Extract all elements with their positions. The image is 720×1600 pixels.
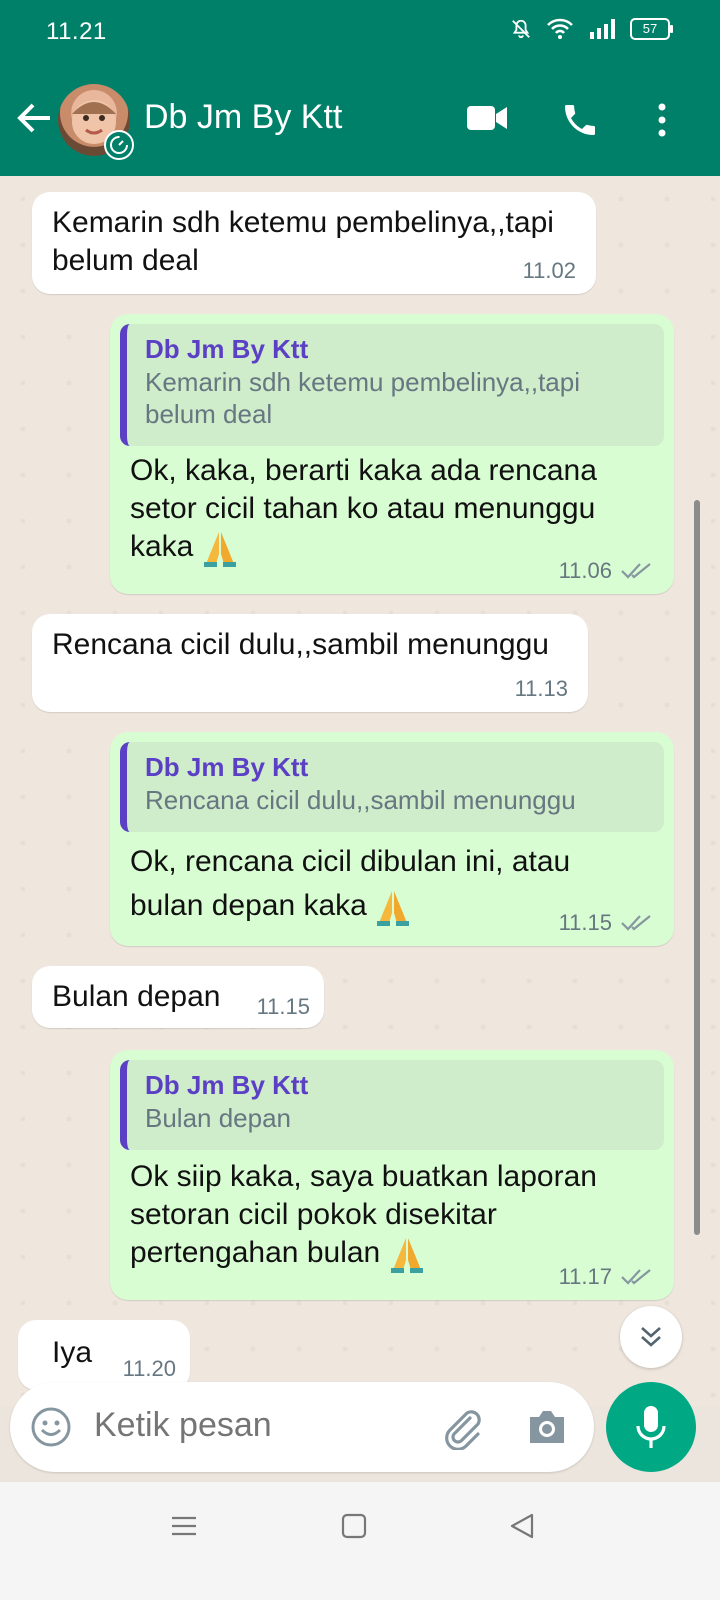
- disappearing-timer-icon: [104, 130, 134, 160]
- message-text: Ok, rencana cicil dibulan ini, atau bula…: [130, 845, 571, 922]
- scrollbar[interactable]: [694, 500, 700, 1235]
- message-incoming[interactable]: Kemarin sdh ketemu pembelinya,,tapi belu…: [32, 192, 596, 294]
- more-menu-icon[interactable]: [652, 100, 672, 140]
- video-call-icon[interactable]: [466, 100, 508, 136]
- message-outgoing[interactable]: Db Jm By Ktt Rencana cicil dulu,,sambil …: [110, 732, 674, 946]
- message-time: 11.15: [256, 994, 310, 1019]
- home-icon[interactable]: [340, 1512, 368, 1540]
- wifi-icon: [547, 18, 573, 39]
- battery-icon: 57: [630, 18, 673, 40]
- contact-name[interactable]: Db Jm By Ktt: [144, 98, 342, 137]
- emoji-icon[interactable]: [30, 1406, 72, 1448]
- chat-area[interactable]: Kemarin sdh ketemu pembelinya,,tapi belu…: [0, 176, 720, 1406]
- message-body: Ok siip kaka, saya buatkan laporan setor…: [130, 1158, 640, 1274]
- chat-header: Db Jm By Ktt: [0, 64, 720, 176]
- signal-icon: [590, 19, 615, 39]
- message-text: Bulan depan: [52, 980, 221, 1013]
- recent-apps-icon[interactable]: [170, 1512, 198, 1540]
- nav-back-icon[interactable]: [508, 1512, 536, 1540]
- quoted-message[interactable]: Db Jm By Ktt Rencana cicil dulu,,sambil …: [120, 742, 664, 832]
- message-text: Ok, kaka, berarti kaka ada rencana setor…: [130, 454, 597, 563]
- quoted-message[interactable]: Db Jm By Ktt Kemarin sdh ketemu pembelin…: [120, 324, 664, 446]
- message-text: Rencana cicil dulu,,sambil menunggu: [52, 628, 549, 661]
- quote-author: Db Jm By Ktt: [145, 752, 309, 782]
- back-arrow-icon[interactable]: [14, 98, 54, 138]
- mic-icon: [636, 1406, 666, 1448]
- message-text: Ok siip kaka, saya buatkan laporan setor…: [130, 1160, 597, 1269]
- message-meta: 11.02: [523, 258, 576, 284]
- message-meta: 11.17: [559, 1264, 654, 1290]
- quote-text: Kemarin sdh ketemu pembelinya,,tapi belu…: [145, 367, 581, 429]
- folded-hands-emoji: [377, 891, 410, 927]
- read-receipt-icon: [621, 1269, 651, 1285]
- message-time: 11.13: [514, 676, 568, 701]
- quote-author: Db Jm By Ktt: [145, 334, 309, 364]
- status-icons: 57: [510, 18, 673, 40]
- quote-author: Db Jm By Ktt: [145, 1070, 309, 1100]
- chevron-double-down-icon: [641, 1327, 661, 1347]
- camera-icon[interactable]: [526, 1408, 568, 1446]
- phone-icon[interactable]: [560, 100, 600, 140]
- status-time: 11.21: [46, 18, 107, 45]
- read-receipt-icon: [621, 915, 651, 931]
- mute-icon: [512, 19, 530, 39]
- message-time: 11.17: [558, 1264, 612, 1289]
- message-meta: 11.13: [515, 676, 568, 702]
- message-incoming[interactable]: Bulan depan 11.15: [32, 966, 324, 1028]
- message-time: 11.02: [522, 258, 576, 283]
- system-nav-bar: [0, 1482, 720, 1600]
- message-text: Iya: [52, 1336, 93, 1369]
- mic-button[interactable]: [606, 1382, 696, 1472]
- status-bar: 11.21 57: [0, 0, 720, 64]
- message-incoming[interactable]: Iya 11.20: [18, 1320, 190, 1390]
- message-body: Ok, kaka, berarti kaka ada rencana setor…: [130, 452, 650, 568]
- message-meta: 11.15: [559, 910, 654, 936]
- message-body: Ok, rencana cicil dibulan ini, atau bula…: [130, 840, 630, 928]
- quoted-message[interactable]: Db Jm By Ktt Bulan depan: [120, 1060, 664, 1150]
- quote-text: Rencana cicil dulu,,sambil menunggu: [145, 785, 576, 815]
- message-input[interactable]: [94, 1406, 424, 1445]
- message-composer: [10, 1382, 594, 1472]
- message-meta: 11.20: [123, 1356, 176, 1382]
- message-outgoing[interactable]: Db Jm By Ktt Kemarin sdh ketemu pembelin…: [110, 314, 674, 594]
- message-text: Kemarin sdh ketemu pembelinya,,tapi belu…: [52, 206, 554, 277]
- message-time: 11.15: [558, 910, 612, 935]
- message-meta: 11.15: [257, 994, 310, 1020]
- folded-hands-emoji: [203, 532, 236, 568]
- battery-level: 57: [642, 21, 658, 36]
- quote-text: Bulan depan: [145, 1103, 292, 1133]
- message-outgoing[interactable]: Db Jm By Ktt Bulan depan Ok siip kaka, s…: [110, 1050, 674, 1300]
- read-receipt-icon: [621, 563, 651, 579]
- message-time: 11.20: [122, 1356, 176, 1381]
- folded-hands-emoji: [390, 1238, 423, 1274]
- message-time: 11.06: [558, 558, 612, 583]
- message-meta: 11.06: [559, 558, 654, 584]
- scroll-to-bottom-button[interactable]: [620, 1306, 682, 1368]
- attach-icon[interactable]: [440, 1406, 484, 1450]
- message-incoming[interactable]: Rencana cicil dulu,,sambil menunggu 11.1…: [32, 614, 588, 712]
